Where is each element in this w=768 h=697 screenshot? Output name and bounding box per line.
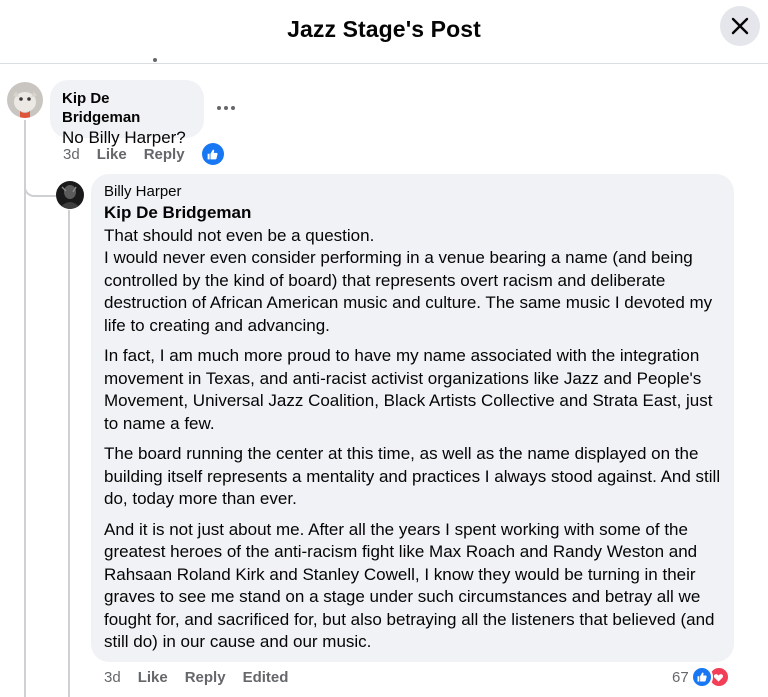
post-title: Jazz Stage's Post xyxy=(287,16,481,42)
dialog-header: Jazz Stage's Post xyxy=(0,0,768,64)
dot-icon xyxy=(217,106,221,110)
reaction-count[interactable]: 67 xyxy=(672,669,689,686)
dot-icon xyxy=(231,106,235,110)
reply-actions: 3d Like Reply Edited xyxy=(104,667,305,687)
reply-button[interactable]: Reply xyxy=(185,669,226,686)
reply-timestamp[interactable]: 3d xyxy=(104,669,121,686)
edited-label[interactable]: Edited xyxy=(243,669,289,686)
comment-actions: 3d Like Reply xyxy=(63,143,224,165)
reply-paragraph: And it is not just about me. After all t… xyxy=(104,519,715,652)
reply-bubble[interactable]: Billy Harper Kip De Bridgeman That shoul… xyxy=(91,174,734,662)
more-options-button[interactable] xyxy=(212,96,240,120)
like-icon[interactable] xyxy=(201,143,224,165)
like-icon xyxy=(690,666,713,688)
reply-author[interactable]: Billy Harper xyxy=(104,184,721,200)
truncated-content-dot xyxy=(153,58,157,62)
comment-bubble[interactable]: Kip De Bridgeman No Billy Harper? xyxy=(50,80,204,147)
thread-line-branch xyxy=(24,186,56,197)
reply-paragraph: In fact, I am much more proud to have my… xyxy=(104,346,713,433)
like-button[interactable]: Like xyxy=(138,669,168,686)
thread-line xyxy=(24,120,26,697)
reply-paragraph: That should not even be a question. I wo… xyxy=(104,225,713,335)
avatar-kip-de-bridgeman[interactable] xyxy=(7,82,43,118)
comment-author[interactable]: Kip De Bridgeman xyxy=(62,89,192,127)
dot-icon xyxy=(224,106,228,110)
reply-thread-line xyxy=(68,210,70,697)
reply-button[interactable]: Reply xyxy=(144,146,185,163)
avatar-billy-harper[interactable] xyxy=(56,181,84,209)
reaction-summary[interactable]: 67 xyxy=(672,666,730,688)
mention-link[interactable]: Kip De Bridgeman xyxy=(104,202,721,225)
like-button[interactable]: Like xyxy=(97,146,127,163)
close-button[interactable] xyxy=(720,6,760,46)
comment-timestamp[interactable]: 3d xyxy=(63,146,80,163)
close-icon xyxy=(731,17,749,35)
reply-paragraph: The board running the center at this tim… xyxy=(104,444,721,508)
